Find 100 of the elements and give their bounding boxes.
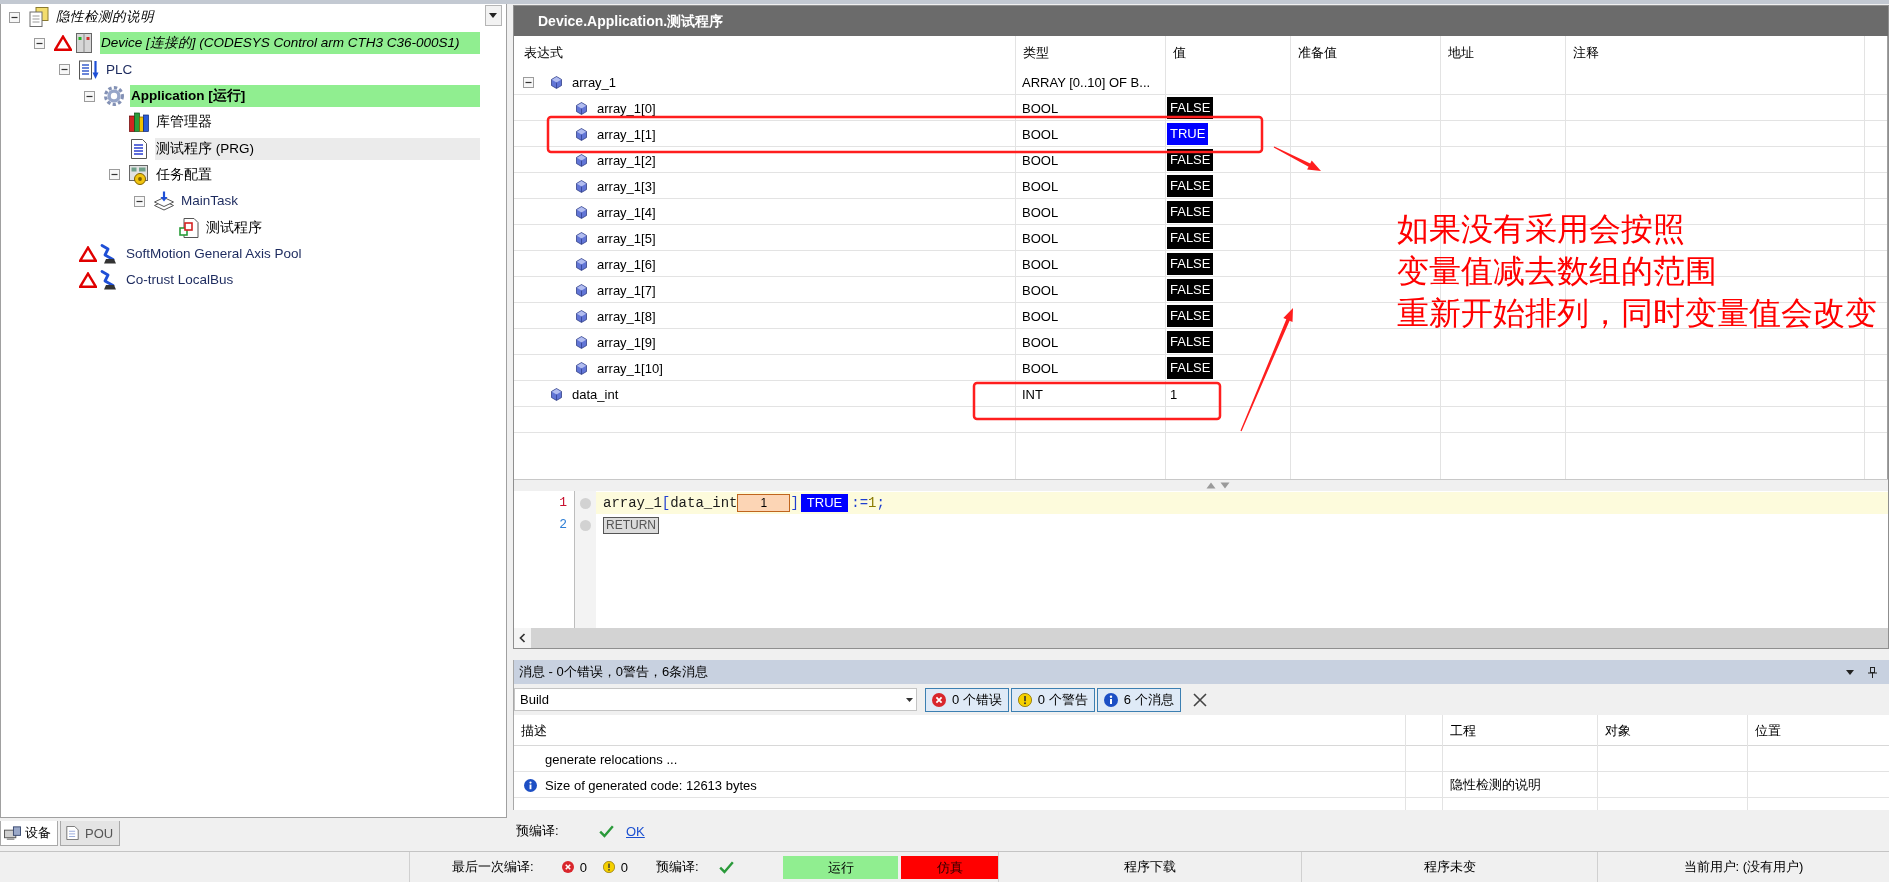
collapse-icon[interactable] [84,90,95,102]
horizontal-scrollbar[interactable] [514,628,1888,648]
inline-value: 1 [737,494,791,512]
column-header[interactable]: 地址 [1441,36,1566,69]
boolean-value: FALSE [1167,279,1214,301]
type-cell-text: BOOL [1021,125,1060,144]
pin-icon[interactable] [1868,666,1877,678]
tree-item[interactable]: 测试程序 [205,216,480,239]
expression-text: array_1[8] [597,308,656,324]
variable-icon [576,153,587,167]
tree-item[interactable]: Application [运行] [130,85,480,108]
expression-text: array_1[3] [597,178,656,194]
type-cell-text: BOOL [1021,359,1060,378]
panel-tab[interactable]: POU [60,821,121,846]
expression-text: array_1[9] [597,334,656,350]
column-header[interactable]: 位置 [1748,715,1889,746]
variable-icon [576,127,587,141]
caret-icon[interactable] [1846,669,1854,675]
column-header[interactable]: 注释 [1566,36,1865,69]
filter-button[interactable]: 0 个错误 [925,687,1009,712]
task-config-icon [129,164,149,185]
variable-icon [551,387,562,401]
dropdown-button[interactable] [484,5,502,26]
type-cell-text: ARRAY [0..10] OF B... [1021,73,1152,92]
robot-arm-icon [99,243,119,264]
type-cell-text: BOOL [1021,307,1060,326]
info-icon [1103,692,1118,707]
precompile-label: 预编译: [516,822,560,840]
code-text: :=1; [851,495,885,511]
tree-item[interactable]: MainTask [180,190,480,213]
breakpoint-dot-icon[interactable] [580,519,591,531]
type-cell-text: BOOL [1021,333,1060,352]
collapse-icon[interactable] [109,169,120,181]
tree-item[interactable]: PLC [105,58,480,81]
boolean-value: FALSE [1167,149,1214,171]
tree-item[interactable]: 测试程序 (PRG) [155,137,480,160]
filter-button[interactable]: 0 个警告 [1010,687,1095,712]
status-text: 程序未变 [1301,852,1597,882]
expression-text: array_1[2] [597,152,656,168]
collapse-icon[interactable] [34,37,45,49]
breakpoint-dot-icon[interactable] [580,497,591,509]
variable-icon [576,231,587,245]
collapse-icon[interactable] [59,64,70,76]
status-label: 最后一次编译: [452,858,534,876]
type-cell-text: BOOL [1021,151,1060,170]
tree-item[interactable]: Co-trust LocalBus [125,269,480,292]
status-label: 预编译: [656,858,699,876]
tree-item[interactable]: Device [连接的] (CODESYS Control arm CTH3 C36-000S1) [100,32,480,55]
filter-button[interactable]: 6 个消息 [1096,687,1181,712]
collapse-icon[interactable] [134,195,145,207]
ok-link[interactable]: OK [626,823,645,839]
status-text: 程序下载 [998,852,1301,882]
document-icon [64,826,81,840]
devices-icon [4,826,21,840]
type-cell-text: BOOL [1021,203,1060,222]
return-statement: RETURN [603,516,659,534]
clear-icon[interactable] [1192,692,1207,707]
collapse-icon[interactable] [9,11,20,23]
boolean-value: FALSE [1167,331,1214,353]
editor-title: Device.Application.测试程序 [514,6,1888,36]
expression-text: array_1[1] [597,126,656,142]
boolean-value: FALSE [1167,253,1214,275]
warning-icon [1017,692,1032,707]
column-header[interactable]: 工程 [1443,715,1598,746]
type-cell-text: BOOL [1021,177,1060,196]
caret-icon [906,697,913,702]
tree-item[interactable]: 库管理器 [155,111,480,134]
boolean-value: TRUE [1167,123,1209,145]
column-header[interactable]: 表达式 [514,36,1016,69]
error-count: 0 [579,859,587,875]
device-icon [74,33,94,54]
variable-icon [576,101,587,115]
column-header[interactable]: 对象 [1598,715,1748,746]
collapse-icon[interactable] [523,76,534,88]
column-header[interactable]: 描述 [514,715,1406,746]
line-number: 1 [558,494,568,512]
variable-icon [551,75,562,89]
error-icon [561,861,574,873]
gear-icon [104,86,124,107]
column-header[interactable]: 类型 [1016,36,1166,69]
message-text: Size of generated code: 12613 bytes [545,777,757,793]
boolean-value: FALSE [1167,175,1214,197]
boolean-value: FALSE [1167,97,1214,119]
tree-item[interactable]: SoftMotion General Axis Pool [125,242,480,265]
source-dropdown[interactable]: Build [514,688,917,711]
expression-text: array_1[0] [597,100,656,116]
variable-icon [576,257,587,271]
expression-text: array_1[7] [597,282,656,298]
tree-item[interactable]: 隐性检测的说明 [55,6,480,29]
tree-item[interactable]: 任务配置 [155,163,480,186]
expression-text: array_1[10] [597,360,663,376]
robot-arm-icon [99,270,119,291]
boolean-value: FALSE [1167,227,1214,249]
panel-tab[interactable]: 设备 [0,821,58,846]
column-header[interactable]: 准备值 [1291,36,1441,69]
plc-icon [79,59,99,80]
caret-icon [489,13,497,18]
scroll-left-icon[interactable] [514,628,531,648]
mode-indicator: 运行 [783,855,898,879]
column-header[interactable]: 值 [1166,36,1291,69]
